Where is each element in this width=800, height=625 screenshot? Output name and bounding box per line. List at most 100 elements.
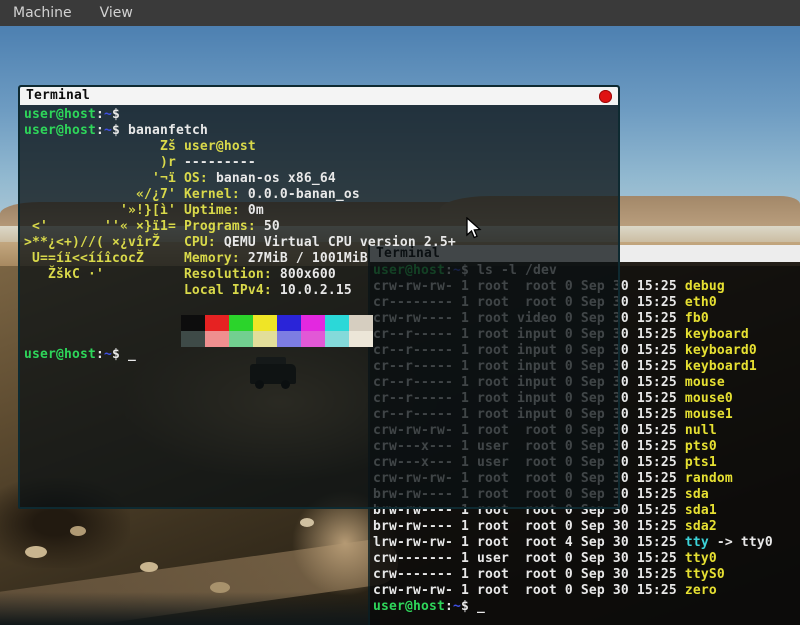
terminal-text: $	[112, 107, 120, 122]
close-button[interactable]	[599, 90, 612, 103]
terminal-text: brw-rw---- 1 root root 0 Sep 30 15:25	[373, 519, 685, 534]
terminal-text: zero	[685, 583, 717, 598]
palette-swatch	[229, 315, 253, 331]
palette-swatch	[205, 315, 229, 331]
terminal-line: «/¿7' Kernel: 0.0.0-banan_os	[24, 187, 618, 203]
terminal-text: debug	[685, 279, 725, 294]
terminal-text: mouse1	[685, 407, 733, 422]
terminal-text: '»!}[ì'	[24, 203, 184, 218]
terminal-text: 27MiB / 1001MiB	[248, 251, 368, 266]
window-title: Terminal	[26, 88, 90, 103]
terminal-line: '¬ï OS: banan-os x86_64	[24, 171, 618, 187]
terminal-text: ttyS0	[685, 567, 725, 582]
terminal-text: random	[685, 471, 733, 486]
terminal-line: user@host:~$ _	[373, 599, 800, 615]
terminal-text: banan-os x86_64	[216, 171, 336, 186]
terminal-text: bananfetch	[128, 123, 208, 138]
terminal-text: :	[96, 123, 104, 138]
terminal-text: 0m	[248, 203, 264, 218]
terminal1-titlebar[interactable]: Terminal	[20, 87, 618, 105]
wallpaper-rock	[140, 562, 158, 572]
terminal-text: :	[96, 107, 104, 122]
palette-swatch	[349, 315, 373, 331]
terminal-text: keyboard0	[685, 343, 757, 358]
palette-swatch	[205, 331, 229, 347]
palette-swatch	[181, 315, 205, 331]
terminal-text: Zš	[24, 139, 184, 154]
terminal-text: sda2	[685, 519, 717, 534]
palette-swatch	[277, 331, 301, 347]
terminal-text: Local IPv4:	[184, 283, 280, 298]
terminal1-window[interactable]: Terminal user@host:~$user@host:~$ bananf…	[18, 85, 620, 509]
terminal-text: crw------- 1 root root 0 Sep 30 15:25	[373, 567, 685, 582]
terminal-text: U==íï<<ííîcocŽ	[24, 251, 184, 266]
terminal-text: mouse	[685, 375, 725, 390]
palette-swatch	[181, 331, 205, 347]
terminal-text: ~	[453, 599, 461, 614]
terminal-text: ---------	[184, 155, 256, 170]
terminal-line: brw-rw---- 1 root root 0 Sep 30 15:25 sd…	[373, 519, 800, 535]
terminal-text: tty	[685, 535, 709, 550]
terminal-text: Uptime:	[184, 203, 248, 218]
desktop-screen: Machine View Terminal user@host:~$ ls -l…	[0, 0, 800, 625]
palette-swatch	[301, 331, 325, 347]
terminal-text: 800x600	[280, 267, 336, 282]
terminal-text: Resolution:	[184, 267, 280, 282]
terminal-line: )r ---------	[24, 155, 618, 171]
terminal-line: user@host:~$ bananfetch	[24, 123, 618, 139]
terminal-text: $	[112, 123, 128, 138]
terminal-text: ~	[104, 107, 112, 122]
terminal1-content[interactable]: user@host:~$user@host:~$ bananfetch Zš u…	[20, 105, 618, 507]
terminal-text: crw-rw-rw- 1 root root 0 Sep 30 15:25	[373, 583, 685, 598]
terminal-text: null	[685, 423, 717, 438]
palette-swatch	[253, 315, 277, 331]
terminal-text: <' ''« ×}ï1=	[24, 219, 184, 234]
palette-swatch	[277, 315, 301, 331]
terminal-text: Kernel:	[184, 187, 248, 202]
terminal-text: user@host	[24, 107, 96, 122]
terminal-line	[24, 331, 618, 347]
terminal-text: 50	[264, 219, 280, 234]
terminal-text: _	[477, 599, 485, 614]
terminal-line: >**¿<+)//( ×¿vîrŽ CPU: QEMU Virtual CPU …	[24, 235, 618, 251]
palette-swatch	[229, 331, 253, 347]
terminal-line: ŽškC ·' Resolution: 800x600	[24, 267, 618, 283]
menu-item-machine[interactable]: Machine	[13, 5, 72, 21]
terminal-text: '¬ï	[24, 171, 184, 186]
terminal-text: OS:	[184, 171, 216, 186]
terminal-text: ~	[104, 347, 112, 362]
terminal-text: -> tty0	[709, 535, 773, 550]
palette-swatch	[301, 315, 325, 331]
terminal-text: Memory:	[184, 251, 248, 266]
terminal-line: Local IPv4: 10.0.2.15	[24, 283, 618, 299]
vm-menubar: Machine View	[0, 0, 800, 26]
terminal-text: Programs:	[184, 219, 264, 234]
terminal-text: fb0	[685, 311, 709, 326]
terminal-line: user@host:~$ _	[24, 347, 618, 363]
terminal-text: 10.0.2.15	[280, 283, 352, 298]
wallpaper-rock	[25, 546, 47, 558]
terminal-text: :	[96, 347, 104, 362]
terminal-text: user@host	[184, 139, 256, 154]
menu-item-view[interactable]: View	[100, 5, 133, 21]
terminal-text: )r	[24, 155, 184, 170]
wallpaper-shadow	[0, 592, 380, 625]
terminal-text: keyboard	[685, 327, 749, 342]
terminal-text: user@host	[373, 599, 445, 614]
terminal-text: $	[112, 347, 128, 362]
terminal-text: crw------- 1 user root 0 Sep 30 15:25	[373, 551, 685, 566]
terminal-line: user@host:~$	[24, 107, 618, 123]
terminal-line: lrw-rw-rw- 1 root root 4 Sep 30 15:25 tt…	[373, 535, 800, 551]
terminal-text: eth0	[685, 295, 717, 310]
terminal-line: <' ''« ×}ï1= Programs: 50	[24, 219, 618, 235]
terminal-text: ~	[104, 123, 112, 138]
terminal-text: sda1	[685, 503, 717, 518]
terminal-text: >**¿<+)//( ×¿vîrŽ	[24, 235, 184, 250]
terminal-text: user@host	[24, 347, 96, 362]
terminal-text: 0.0.0-banan_os	[248, 187, 360, 202]
terminal-text: QEMU Virtual CPU version 2.5+	[224, 235, 456, 250]
terminal-line: Zš user@host	[24, 139, 618, 155]
terminal-text	[24, 283, 184, 298]
terminal-text: sda	[685, 487, 709, 502]
mouse-cursor-icon	[466, 217, 483, 240]
